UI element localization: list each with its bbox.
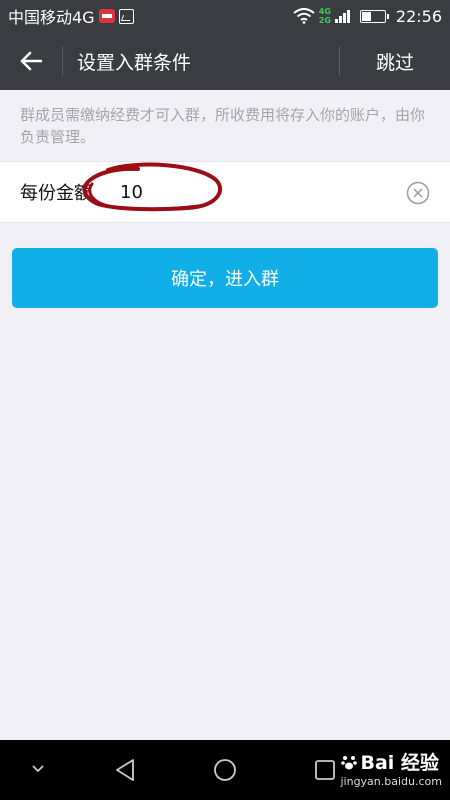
title-bar: 设置入群条件 跳过: [0, 32, 450, 90]
network-label-top: 4G: [318, 7, 331, 16]
navigation-bar: [0, 740, 450, 800]
status-left: 中国移动4G: [8, 4, 134, 28]
clear-icon[interactable]: [406, 181, 430, 205]
chevron-down-icon[interactable]: [31, 764, 45, 774]
confirm-join-button[interactable]: 确定，进入群: [12, 248, 438, 308]
home-circle-icon[interactable]: [213, 758, 237, 782]
back-triangle-icon[interactable]: [114, 758, 136, 782]
amount-input[interactable]: [104, 172, 364, 212]
wifi-icon: [293, 8, 315, 24]
back-arrow-icon: [20, 51, 42, 71]
clock: 22:56: [395, 6, 442, 26]
battery-icon: [359, 9, 389, 23]
signal-icon: [334, 9, 350, 23]
fee-description: 群成员需缴纳经费才可入群，所收费用将存入你的账户，由你负责管理。: [20, 106, 426, 146]
carrier-label: 中国移动4G: [8, 8, 95, 27]
network-type: 4G 2G: [319, 7, 331, 25]
notification-icon: [98, 9, 115, 23]
recent-apps-icon[interactable]: [314, 759, 336, 781]
status-right: 4G 2G 22:56: [293, 7, 442, 26]
skip-button[interactable]: 跳过: [340, 32, 450, 90]
page-title: 设置入群条件: [77, 51, 192, 74]
status-bar: 中国移动4G 4G 2G 22:56: [0, 0, 450, 32]
network-label-bottom: 2G: [318, 16, 331, 25]
back-button[interactable]: [0, 32, 62, 90]
image-icon: [118, 8, 134, 24]
amount-label: 每份金额: [20, 183, 92, 204]
amount-row: 每份金额: [0, 161, 450, 223]
